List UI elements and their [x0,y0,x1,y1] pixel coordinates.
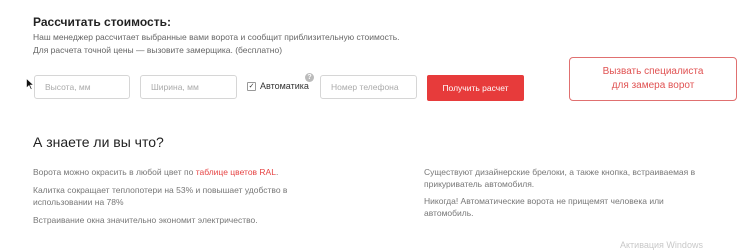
windows-watermark: Активация Windows [620,240,703,250]
fact-safety: Никогда! Автоматические ворота не прищем… [424,196,664,218]
checkmark-icon[interactable]: ✓ [247,81,256,91]
fact-color-end: . [275,167,279,177]
fact-gate: Калитка сокращает теплопотери на 53% и п… [33,185,288,207]
call-specialist-button[interactable]: Вызвать специалиста для замера ворот [569,57,737,101]
facts-title: А знаете ли вы что? [33,134,164,150]
fact-fob: Существуют дизайнерские брелоки, а также… [424,167,696,189]
calculator-description: Наш менеджер рассчитает выбранные вами в… [33,31,400,57]
height-input[interactable] [34,75,130,99]
phone-input[interactable] [320,75,417,99]
ral-table-link[interactable]: таблице цветов RAL [196,167,276,177]
description-line-1: Наш менеджер рассчитает выбранные вами в… [33,32,400,42]
fact-window: Встраивание окна значительно экономит эл… [33,215,258,225]
get-estimate-button[interactable]: Получить расчет [427,75,524,101]
fact-color: Ворота можно окрасить в любой цвет по та… [33,166,278,178]
automation-label: Автоматика [260,81,309,91]
width-input[interactable] [140,75,237,99]
cursor-icon [26,78,34,90]
calculator-title: Рассчитать стоимость: [33,15,171,29]
specialist-label-line-2: для замера ворот [611,80,695,91]
automation-checkbox[interactable]: ✓ Автоматика [247,81,309,91]
fact-color-text: Ворота можно окрасить в любой цвет по [33,167,194,177]
help-icon[interactable]: ? [305,73,314,82]
description-line-2: Для расчета точной цены — вызовите замер… [33,45,283,55]
specialist-label-line-1: Вызвать специалиста [602,66,704,77]
